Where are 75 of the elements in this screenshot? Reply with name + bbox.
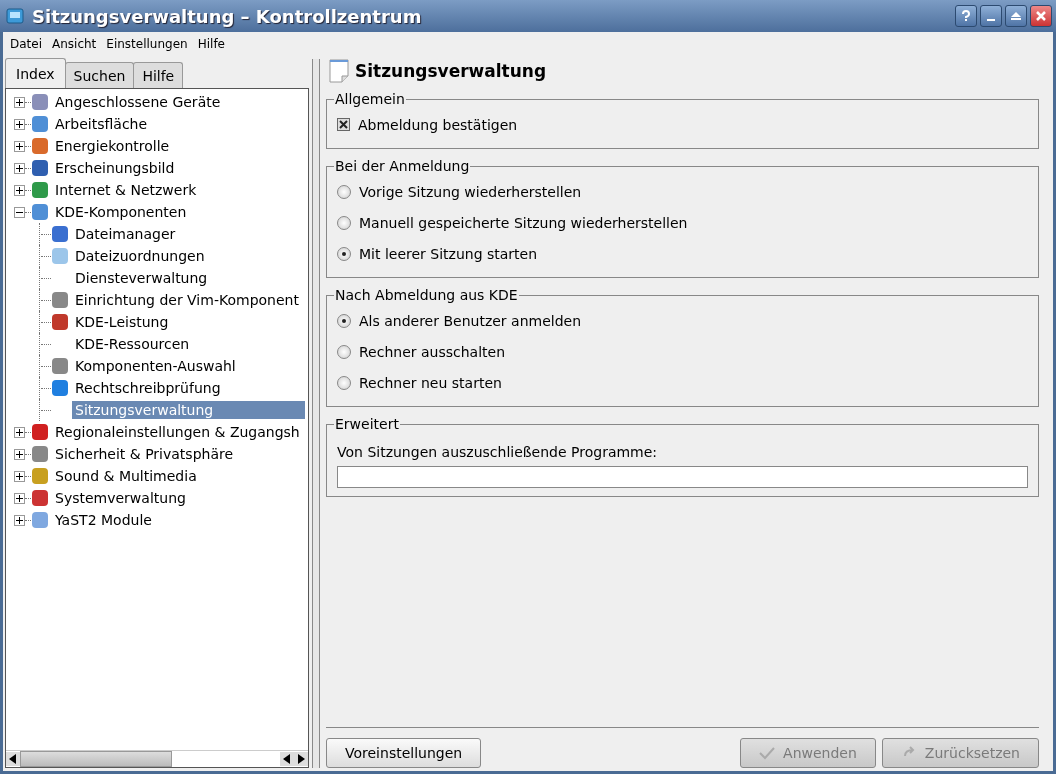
tree-item[interactable]: Energiekontrolle xyxy=(52,137,173,155)
tree-item[interactable]: Rechtschreibprüfung xyxy=(72,379,224,397)
tree-item[interactable]: Einrichtung der Vim-Komponent xyxy=(72,291,302,309)
radio-button[interactable] xyxy=(337,184,351,199)
radio-button[interactable] xyxy=(337,375,351,390)
tree-item[interactable]: Sitzungsverwaltung xyxy=(72,401,305,419)
expand-toggle[interactable] xyxy=(14,448,25,460)
group-title: Nach Abmeldung aus KDE xyxy=(334,287,519,303)
document-icon xyxy=(328,59,350,83)
expand-toggle[interactable] xyxy=(14,162,25,174)
tab[interactable]: Hilfe xyxy=(133,62,184,88)
tree-item[interactable]: KDE-Komponenten xyxy=(52,203,190,221)
expand-toggle[interactable] xyxy=(14,470,25,482)
tab[interactable]: Suchen xyxy=(64,62,135,88)
radio-button[interactable] xyxy=(337,215,351,230)
eject-icon xyxy=(1010,10,1022,22)
push-button[interactable]: Voreinstellungen xyxy=(326,738,482,768)
close-button[interactable] xyxy=(1030,5,1052,27)
checkbox[interactable] xyxy=(337,118,350,131)
radio-button[interactable] xyxy=(337,313,351,328)
tree-item[interactable]: YaST2 Module xyxy=(52,511,155,529)
scrollbar-thumb[interactable] xyxy=(20,751,172,767)
tree-item[interactable]: Diensteverwaltung xyxy=(72,269,211,287)
input-field[interactable] xyxy=(337,466,1028,488)
tree-item[interactable]: KDE-Leistung xyxy=(72,313,172,331)
tab[interactable]: Index xyxy=(5,58,66,88)
collapse-toggle[interactable] xyxy=(14,206,25,218)
tree-item[interactable]: Komponenten-Auswahl xyxy=(72,357,239,375)
question-icon xyxy=(960,10,972,22)
horizontal-scrollbar[interactable] xyxy=(6,750,308,767)
expand-toggle[interactable] xyxy=(14,492,25,504)
tree-item[interactable]: Sound & Multimedia xyxy=(52,467,200,485)
expand-toggle[interactable] xyxy=(14,426,25,438)
menu-item[interactable]: Datei xyxy=(10,37,42,51)
field-label: Von Sitzungen auszuschließende Programme: xyxy=(337,444,659,460)
app-icon xyxy=(6,7,24,25)
tree-item[interactable]: Dateizuordnungen xyxy=(72,247,208,265)
menu-item[interactable]: Hilfe xyxy=(197,37,225,51)
menu-item[interactable]: Ansicht xyxy=(52,37,97,51)
tree-item[interactable]: Erscheinungsbild xyxy=(52,159,178,177)
tree-item[interactable]: Sicherheit & Privatsphäre xyxy=(52,445,237,463)
expand-toggle[interactable] xyxy=(14,96,25,108)
checkbox-label[interactable]: Abmeldung bestätigen xyxy=(358,116,518,133)
tree-item[interactable]: Dateimanager xyxy=(72,225,179,243)
tree-item[interactable]: Systemverwaltung xyxy=(52,489,189,507)
group-title: Allgemein xyxy=(334,91,406,107)
help-button[interactable] xyxy=(955,5,977,27)
radio-label[interactable]: Mit leerer Sitzung starten xyxy=(359,245,538,262)
expand-toggle[interactable] xyxy=(14,118,25,130)
tree-item[interactable]: KDE-Ressourcen xyxy=(72,335,193,353)
radio-label[interactable]: Rechner neu starten xyxy=(359,374,502,391)
group-title: Erweitert xyxy=(334,416,400,432)
radio-label[interactable]: Manuell gespeicherte Sitzung wiederherstellen xyxy=(359,214,688,231)
tree-item[interactable]: Angeschlossene Geräte xyxy=(52,93,224,111)
window-title: Sitzungsverwaltung – Kontrollzentrum xyxy=(32,5,422,27)
tree-item[interactable]: Arbeitsfläche xyxy=(52,115,151,133)
expand-toggle[interactable] xyxy=(14,140,25,152)
radio-label[interactable]: Vorige Sitzung wiederherstellen xyxy=(359,183,582,200)
maximize-button[interactable] xyxy=(1005,5,1027,27)
page-title: Sitzungsverwaltung xyxy=(355,61,547,81)
radio-label[interactable]: Als anderer Benutzer anmelden xyxy=(359,312,582,329)
minimize-icon xyxy=(987,19,995,21)
tree-item[interactable]: Regionaleinstellungen & Zugangsh xyxy=(52,423,303,441)
check-icon xyxy=(759,746,776,760)
tree-item[interactable]: Internet & Netzwerk xyxy=(52,181,200,199)
minimize-button[interactable] xyxy=(980,5,1002,27)
expand-toggle[interactable] xyxy=(14,184,25,196)
radio-label[interactable]: Rechner ausschalten xyxy=(359,343,506,360)
radio-button[interactable] xyxy=(337,344,351,359)
expand-toggle[interactable] xyxy=(14,514,25,526)
close-icon xyxy=(1035,10,1047,22)
menu-item[interactable]: Einstellungen xyxy=(106,37,188,51)
splitter-handle[interactable] xyxy=(312,59,320,768)
radio-button[interactable] xyxy=(337,246,351,261)
group-title: Bei der Anmeldung xyxy=(334,158,471,174)
